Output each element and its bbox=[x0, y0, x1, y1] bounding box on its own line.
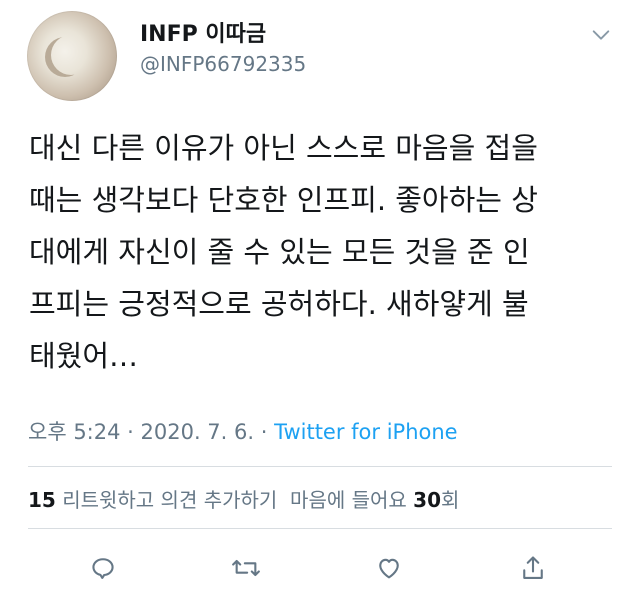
retweet-icon bbox=[232, 559, 260, 577]
share-icon bbox=[523, 556, 543, 579]
divider bbox=[28, 528, 612, 529]
user-display-name[interactable]: INFP 이따금 bbox=[140, 16, 266, 48]
tweet-metadata: 오후 5:24 · 2020. 7. 6. · Twitter for iPho… bbox=[28, 416, 458, 446]
retweets-count: 15 bbox=[28, 488, 56, 512]
tweet-time: 오후 5:24 bbox=[28, 420, 121, 444]
avatar[interactable] bbox=[27, 11, 117, 101]
likes-stat[interactable]: 마음에 들어요 30회 bbox=[290, 488, 459, 512]
like-button[interactable] bbox=[374, 553, 404, 583]
likes-suffix: 회 bbox=[441, 488, 460, 512]
engagement-stats: 15 리트윗하고 의견 추가하기 마음에 들어요 30회 bbox=[28, 484, 459, 513]
retweet-button[interactable] bbox=[231, 553, 261, 583]
crescent-moon-icon bbox=[51, 35, 91, 75]
heart-icon bbox=[379, 558, 399, 579]
retweets-stat[interactable]: 15 리트윗하고 의견 추가하기 bbox=[28, 488, 277, 512]
likes-count: 30 bbox=[413, 488, 442, 512]
likes-label: 마음에 들어요 bbox=[290, 488, 414, 512]
share-button[interactable] bbox=[518, 553, 548, 583]
retweets-label: 리트윗하고 의견 추가하기 bbox=[55, 488, 278, 512]
reply-button[interactable] bbox=[88, 553, 118, 583]
reply-icon bbox=[92, 558, 114, 579]
meta-separator: · bbox=[254, 420, 275, 444]
chevron-down-icon[interactable] bbox=[590, 24, 612, 46]
tweet-source-link[interactable]: Twitter for iPhone bbox=[274, 420, 458, 444]
meta-separator: · bbox=[120, 420, 141, 444]
user-handle[interactable]: @INFP66792335 bbox=[140, 52, 306, 76]
tweet-date: 2020. 7. 6. bbox=[140, 420, 255, 444]
tweet-text: 대신 다른 이유가 아닌 스스로 마음을 접을 때는 생각보다 단호한 인프피.… bbox=[29, 131, 538, 373]
divider bbox=[28, 466, 612, 467]
